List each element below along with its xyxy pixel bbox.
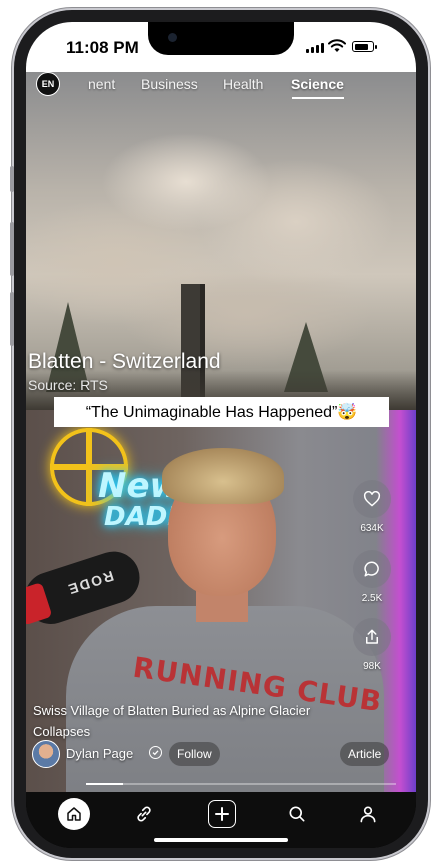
quote-banner: “The Unimaginable Has Happened”🤯 bbox=[54, 397, 389, 427]
home-indicator bbox=[154, 838, 288, 842]
volume-down-button bbox=[10, 292, 14, 346]
battery-fill bbox=[354, 43, 369, 50]
battery-icon bbox=[352, 41, 377, 52]
comment-count: 2.5K bbox=[361, 593, 383, 604]
notch bbox=[148, 22, 294, 55]
tab-business[interactable]: Business bbox=[141, 76, 198, 92]
share-action[interactable]: 98K bbox=[352, 618, 392, 672]
nav-create[interactable] bbox=[208, 800, 236, 828]
share-button[interactable] bbox=[353, 618, 391, 656]
status-bar: 11:08 PM bbox=[26, 22, 416, 72]
tab-health[interactable]: Health bbox=[223, 76, 263, 92]
comment-icon bbox=[364, 561, 379, 577]
nav-home[interactable] bbox=[58, 798, 90, 830]
comment-action[interactable]: 2.5K bbox=[352, 550, 392, 604]
story-headline[interactable]: Swiss Village of Blatten Buried as Alpin… bbox=[33, 700, 353, 742]
volume-up-button bbox=[10, 222, 14, 276]
link-icon bbox=[137, 806, 151, 822]
like-count: 634K bbox=[360, 523, 384, 534]
location-caption: Blatten - Switzerland bbox=[28, 350, 221, 373]
article-button[interactable]: Article bbox=[340, 742, 390, 766]
profile-icon bbox=[360, 806, 376, 823]
active-tab-indicator bbox=[292, 97, 344, 99]
wifi-icon bbox=[328, 39, 346, 52]
share-count: 98K bbox=[363, 661, 381, 672]
verified-check-icon bbox=[149, 746, 162, 759]
status-time: 11:08 PM bbox=[66, 38, 139, 57]
heart-icon bbox=[363, 491, 381, 507]
story-meta: Dylan Page Follow Article bbox=[32, 740, 416, 770]
plus-icon bbox=[215, 807, 229, 821]
speaker-hair bbox=[162, 448, 284, 504]
language-badge[interactable]: EN bbox=[36, 72, 60, 96]
source-caption: Source: RTS bbox=[28, 377, 108, 393]
bottom-navigation bbox=[26, 792, 416, 848]
tab-science[interactable]: Science bbox=[291, 76, 344, 92]
author-name[interactable]: Dylan Page bbox=[66, 746, 133, 761]
author-avatar[interactable] bbox=[32, 740, 60, 768]
like-button[interactable] bbox=[353, 480, 391, 518]
search-icon bbox=[289, 806, 305, 822]
video-progress-bar[interactable] bbox=[86, 783, 396, 785]
silent-switch bbox=[10, 166, 14, 192]
comment-button[interactable] bbox=[353, 550, 391, 588]
like-action[interactable]: 634K bbox=[352, 480, 392, 534]
signal-icon bbox=[306, 43, 324, 53]
app-screen: 11:08 PM EN nent Business Health Science… bbox=[26, 22, 416, 848]
share-icon bbox=[366, 629, 378, 644]
tab-entertainment[interactable]: nent bbox=[88, 76, 115, 92]
mic-brand-label: RODE bbox=[64, 567, 116, 599]
nav-search[interactable] bbox=[281, 798, 313, 830]
follow-button[interactable]: Follow bbox=[169, 742, 220, 766]
front-camera bbox=[168, 33, 177, 42]
nav-profile[interactable] bbox=[352, 798, 384, 830]
nav-links[interactable] bbox=[128, 798, 160, 830]
home-icon bbox=[67, 807, 81, 821]
video-progress-fill bbox=[86, 783, 124, 785]
